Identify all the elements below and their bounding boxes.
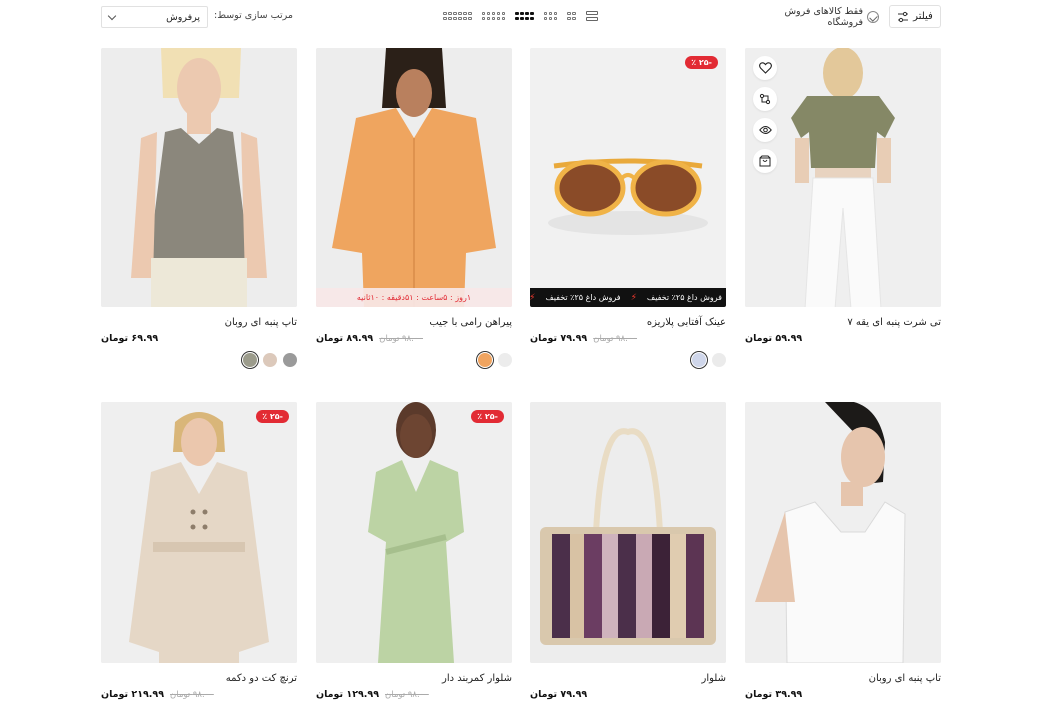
product-title[interactable]: عینک آفتابی پلاریزه (530, 317, 726, 328)
discount-badge: -۲۵ ٪ (471, 410, 504, 423)
product-image[interactable] (530, 402, 726, 663)
product-card[interactable]: ۱روز : ۵ساعت : ۵۱دقیقه : ۱۰ثانیه پیراهن ر… (316, 48, 512, 367)
sort-label: مرتب سازی توسط: (214, 10, 293, 21)
product-title[interactable]: ترنچ کت دو دکمه (101, 673, 297, 684)
product-title[interactable]: تاپ پنبه ای روبان (745, 673, 941, 684)
sort-value: پرفروش (166, 11, 200, 23)
current-price: ۲۱۹.۹۹ تومان (101, 689, 164, 700)
eye-icon[interactable] (753, 118, 777, 142)
heart-icon[interactable] (753, 56, 777, 80)
color-swatches (101, 353, 297, 367)
product-image[interactable] (745, 402, 941, 663)
product-title[interactable]: پیراهن رامی با جیب (316, 317, 512, 328)
price-row: ۳۹.۹۹ تومان (745, 689, 941, 700)
color-swatch[interactable] (478, 353, 492, 367)
color-swatch[interactable] (263, 353, 277, 367)
current-price: ۳۹.۹۹ تومان (745, 689, 803, 700)
shop-toolbar: فیلتر فقط کالاهای فروش فروشگاه مرتب سازی… (0, 0, 1041, 34)
lightning-icon: ⚡ (630, 292, 637, 303)
color-swatch[interactable] (712, 353, 726, 367)
color-swatch[interactable] (283, 353, 297, 367)
product-image[interactable]: -۲۵ ٪ فروش داغ ۲۵٪ تخفیف ⚡ فروش داغ ۲۵٪ تخف… (530, 48, 726, 307)
shopping-bag-icon[interactable] (753, 149, 777, 173)
price-row: ۷۹.۹۹ تومان (530, 689, 726, 700)
filter-label: فیلتر (913, 11, 933, 22)
product-image[interactable] (745, 48, 941, 307)
product-card[interactable]: -۲۵ ٪ شلوار کمربند دار ۹۸.۰۰ تومان ۱۲۹.۹۹ ت… (316, 402, 512, 700)
product-title[interactable]: شلوار (530, 673, 726, 684)
product-card[interactable]: تی شرت پنبه ای یقه ۷ ۵۹.۹۹ تومان (745, 48, 941, 344)
instock-label: فقط کالاهای فروش فروشگاه (784, 6, 863, 28)
lightning-icon: ⚡ (530, 292, 536, 303)
chevron-down-icon (107, 11, 117, 20)
promo-text: فروش داغ ۲۵٪ تخفیف (646, 293, 722, 302)
product-card[interactable]: شلوار ۷۹.۹۹ تومان (530, 402, 726, 700)
old-price: ۹۸.۰۰ تومان (170, 689, 214, 700)
grid-5-columns-icon[interactable] (481, 11, 505, 21)
grid-4-columns-icon[interactable] (515, 11, 534, 21)
old-price: ۹۸.۰۰ تومان (593, 333, 638, 344)
quick-actions (753, 56, 777, 173)
color-swatches (530, 353, 726, 367)
countdown-timer: ۱روز : ۵ساعت : ۵۱دقیقه : ۱۰ثانیه (316, 288, 512, 307)
product-title[interactable]: شلوار کمربند دار (316, 673, 512, 684)
sliders-icon (897, 11, 909, 23)
current-price: ۱۲۹.۹۹ تومان (316, 689, 379, 700)
price-row: ۹۸.۰۰ تومان ۲۱۹.۹۹ تومان (101, 689, 297, 700)
product-title[interactable]: تاپ پنبه ای روبان (101, 317, 297, 328)
product-card[interactable]: -۲۵ ٪ ترنچ کت دو دکمه ۹۸.۰۰ تومان ۲۱۹.۹۹ تو… (101, 402, 297, 700)
color-swatch[interactable] (692, 353, 706, 367)
check-circle-icon[interactable] (867, 11, 879, 23)
product-image[interactable]: ۱روز : ۵ساعت : ۵۱دقیقه : ۱۰ثانیه (316, 48, 512, 307)
color-swatch[interactable] (243, 353, 257, 367)
grid-3-columns-icon[interactable] (543, 11, 557, 21)
sort-select[interactable]: پرفروش (101, 6, 208, 28)
instock-toggle[interactable]: فقط کالاهای فروش فروشگاه (749, 6, 879, 28)
current-price: ۵۹.۹۹ تومان (745, 333, 803, 344)
current-price: ۷۹.۹۹ تومان (530, 333, 588, 344)
grid-2-columns-icon[interactable] (567, 11, 576, 21)
promo-ticker: فروش داغ ۲۵٪ تخفیف⚡فروش داغ ۲۵٪ تخفیف⚡فر… (530, 288, 726, 307)
color-swatch[interactable] (498, 353, 512, 367)
price-row: ۹۸.۰۰ تومان ۷۹.۹۹ تومان (530, 333, 726, 344)
current-price: ۸۹.۹۹ تومان (316, 333, 374, 344)
list-view-icon[interactable] (585, 11, 598, 21)
product-image[interactable] (101, 48, 297, 307)
price-row: ۹۸.۰۰ تومان ۱۲۹.۹۹ تومان (316, 689, 512, 700)
product-title[interactable]: تی شرت پنبه ای یقه ۷ (745, 317, 941, 328)
old-price: ۹۸.۰۰ تومان (379, 333, 424, 344)
price-row: ۹۸.۰۰ تومان ۸۹.۹۹ تومان (316, 333, 512, 344)
grid-layout-switcher (443, 9, 598, 23)
filter-button[interactable]: فیلتر (889, 5, 941, 28)
product-image[interactable]: -۲۵ ٪ (101, 402, 297, 663)
grid-6-columns-icon[interactable] (443, 11, 472, 21)
compare-icon[interactable] (753, 87, 777, 111)
product-image[interactable]: -۲۵ ٪ (316, 402, 512, 663)
promo-text: فروش داغ ۲۵٪ تخفیف (545, 293, 621, 302)
color-swatches (316, 353, 512, 367)
product-card[interactable]: تاپ پنبه ای روبان ۳۹.۹۹ تومان (745, 402, 941, 700)
discount-badge: -۲۵ ٪ (685, 56, 718, 69)
current-price: ۷۹.۹۹ تومان (530, 689, 588, 700)
old-price: ۹۸.۰۰ تومان (385, 689, 429, 700)
price-row: ۵۹.۹۹ تومان (745, 333, 941, 344)
current-price: ۶۹.۹۹ تومان (101, 333, 159, 344)
product-card[interactable]: -۲۵ ٪ فروش داغ ۲۵٪ تخفیف ⚡ فروش داغ ۲۵٪ تخف… (530, 48, 726, 367)
discount-badge: -۲۵ ٪ (256, 410, 289, 423)
product-card[interactable]: تاپ پنبه ای روبان ۶۹.۹۹ تومان (101, 48, 297, 367)
price-row: ۶۹.۹۹ تومان (101, 333, 297, 344)
